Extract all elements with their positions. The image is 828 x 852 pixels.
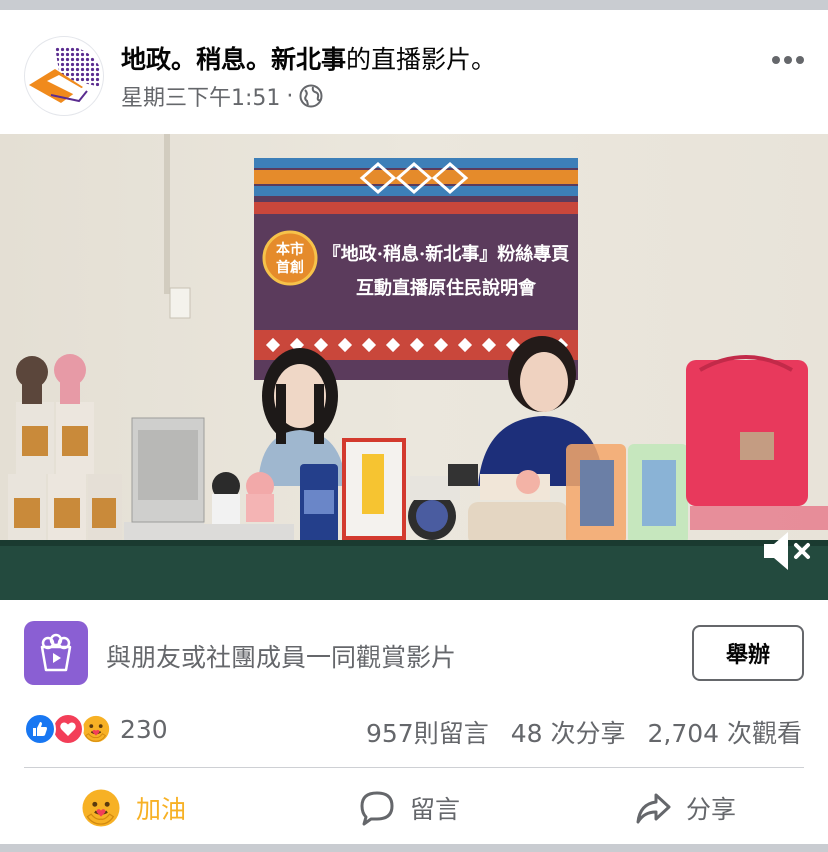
meta-dot: · [286, 83, 294, 109]
video-frame: 本市 首創 『地政·稍息·新北事』粉絲專頁 互動直播原住民說明會 [0, 134, 828, 600]
cheer-button[interactable]: 加油 [80, 786, 186, 830]
watch-together-text: 與朋友或社團成員一同觀賞影片 [106, 643, 457, 672]
reactions-summary[interactable]: 230 [24, 712, 168, 746]
watch-party-icon[interactable] [24, 621, 88, 685]
watch-together-row: 與朋友或社團成員一同觀賞影片 舉辦 [0, 600, 828, 704]
comment-label: 留言 [410, 795, 461, 824]
like-reaction-icon [24, 713, 56, 745]
feed-separator-bottom [0, 844, 828, 852]
video-player[interactable]: 本市 首創 『地政·稍息·新北事』粉絲專頁 互動直播原住民說明會 [0, 134, 828, 600]
page-name-link[interactable]: 地政。稍息。新北事 [121, 45, 346, 74]
comment-button[interactable]: 留言 [358, 786, 460, 830]
mute-icon[interactable] [758, 526, 814, 576]
cheer-label: 加油 [136, 795, 187, 824]
share-label: 分享 [686, 795, 737, 824]
svg-text:首創: 首創 [276, 259, 304, 276]
post-header: 地政。稍息。新北事的直播影片。 星期三下午1:51 · [0, 10, 828, 134]
globe-icon [299, 84, 323, 108]
banner-badge-text: 本市 [276, 241, 304, 258]
view-count: 2,704 次觀看 [647, 719, 802, 748]
more-icon[interactable] [766, 46, 810, 74]
host-button[interactable]: 舉辦 [692, 625, 804, 681]
post-timestamp[interactable]: 星期三下午1:51 [121, 80, 280, 112]
post-meta: 星期三下午1:51 · [121, 80, 323, 112]
reaction-count: 230 [120, 714, 168, 744]
post-title: 地政。稍息。新北事的直播影片。 [121, 40, 496, 76]
share-count[interactable]: 48 次分享 [511, 714, 626, 750]
engagement-stats: 957則留言 48 次分享 2,704 次觀看 [366, 714, 802, 750]
post-stats: 230 957則留言 48 次分享 2,704 次觀看 [0, 704, 828, 768]
comment-icon [360, 791, 394, 826]
post-title-suffix: 的直播影片。 [346, 45, 497, 74]
share-button[interactable]: 分享 [634, 786, 736, 830]
feed-separator-top [0, 0, 828, 10]
comment-count[interactable]: 957則留言 [366, 714, 489, 750]
love-reaction-icon [52, 713, 84, 745]
care-reaction-icon [82, 789, 120, 827]
banner-line2: 互動直播原住民說明會 [356, 277, 537, 299]
share-icon [636, 793, 671, 824]
page-avatar[interactable] [24, 36, 104, 116]
care-reaction-icon [80, 713, 112, 745]
action-bar: 加油 留言 分享 [0, 768, 828, 844]
banner-line1: 『地政·稍息·新北事』粉絲專頁 [323, 243, 570, 265]
